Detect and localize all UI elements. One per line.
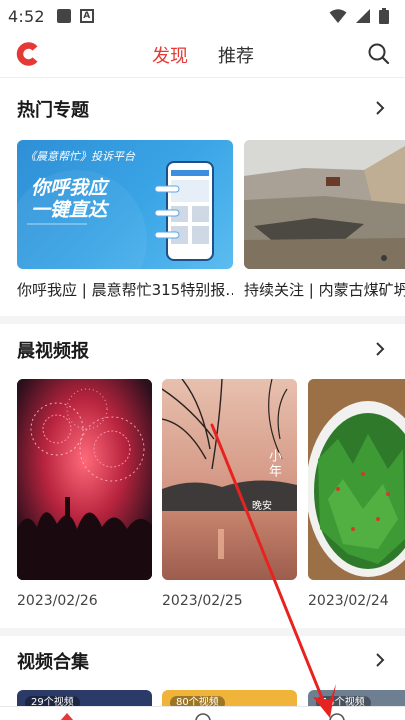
top-nav: 发现 推荐: [0, 32, 405, 78]
video-card[interactable]: [308, 379, 405, 580]
video-card[interactable]: 小年 晚安: [162, 379, 297, 580]
morning-video-header[interactable]: 晨视频报: [0, 329, 405, 369]
wifi-icon: [329, 9, 347, 23]
video-date: 2023/02/26: [17, 593, 98, 609]
search-icon[interactable]: [365, 40, 393, 68]
lake-sunset-photo: [162, 379, 297, 580]
topic-card-complaint[interactable]: 《晨意帮忙》投诉平台 你呼我应 一键直达: [17, 140, 233, 269]
chevron-right-icon[interactable]: [372, 341, 388, 357]
battery-icon: [379, 8, 389, 24]
topic-card-coal-mine[interactable]: [244, 140, 405, 269]
status-bar: 4:52 A: [0, 0, 405, 32]
notification-square-icon: [56, 9, 71, 23]
fireworks-photo: [17, 379, 152, 580]
signal-icon: [356, 9, 370, 23]
hot-topics-header[interactable]: 热门专题: [0, 88, 405, 128]
food-dish-photo: [308, 379, 405, 580]
topic-caption[interactable]: 持续关注 | 内蒙古煤矿坍: [244, 279, 405, 300]
status-time: 4:52: [8, 6, 45, 26]
tab-discover[interactable]: 发现: [152, 42, 188, 68]
banner-slogan-2: 一键直达: [31, 199, 108, 221]
chevron-right-icon[interactable]: [372, 100, 388, 116]
home-tab-icon[interactable]: [58, 709, 76, 720]
tab-recommend[interactable]: 推荐: [218, 42, 254, 68]
app-logo-icon[interactable]: [14, 40, 42, 68]
video-overlay-text: 小年: [266, 449, 281, 479]
video-date: 2023/02/24: [308, 593, 389, 609]
section-title: 热门专题: [17, 100, 89, 121]
video-tab-icon[interactable]: [194, 709, 212, 720]
video-collections-header[interactable]: 视频合集: [0, 640, 405, 680]
section-divider: [0, 628, 405, 636]
topic-caption[interactable]: 你呼我应 | 晨意帮忙315特别报…: [17, 279, 233, 300]
section-title: 视频合集: [17, 652, 89, 673]
bottom-tab-bar: [0, 706, 405, 720]
section-title: 晨视频报: [17, 341, 89, 362]
section-divider: [0, 316, 405, 324]
notification-a-icon: A: [79, 9, 94, 23]
video-date: 2023/02/25: [162, 593, 243, 609]
chevron-right-icon[interactable]: [372, 652, 388, 668]
profile-tab-icon[interactable]: [328, 709, 346, 720]
video-card[interactable]: [17, 379, 152, 580]
coal-mine-photo: [244, 140, 405, 269]
video-overlay-text: 晚安: [252, 501, 272, 512]
banner-title: 《晨意帮忙》投诉平台: [25, 150, 135, 163]
